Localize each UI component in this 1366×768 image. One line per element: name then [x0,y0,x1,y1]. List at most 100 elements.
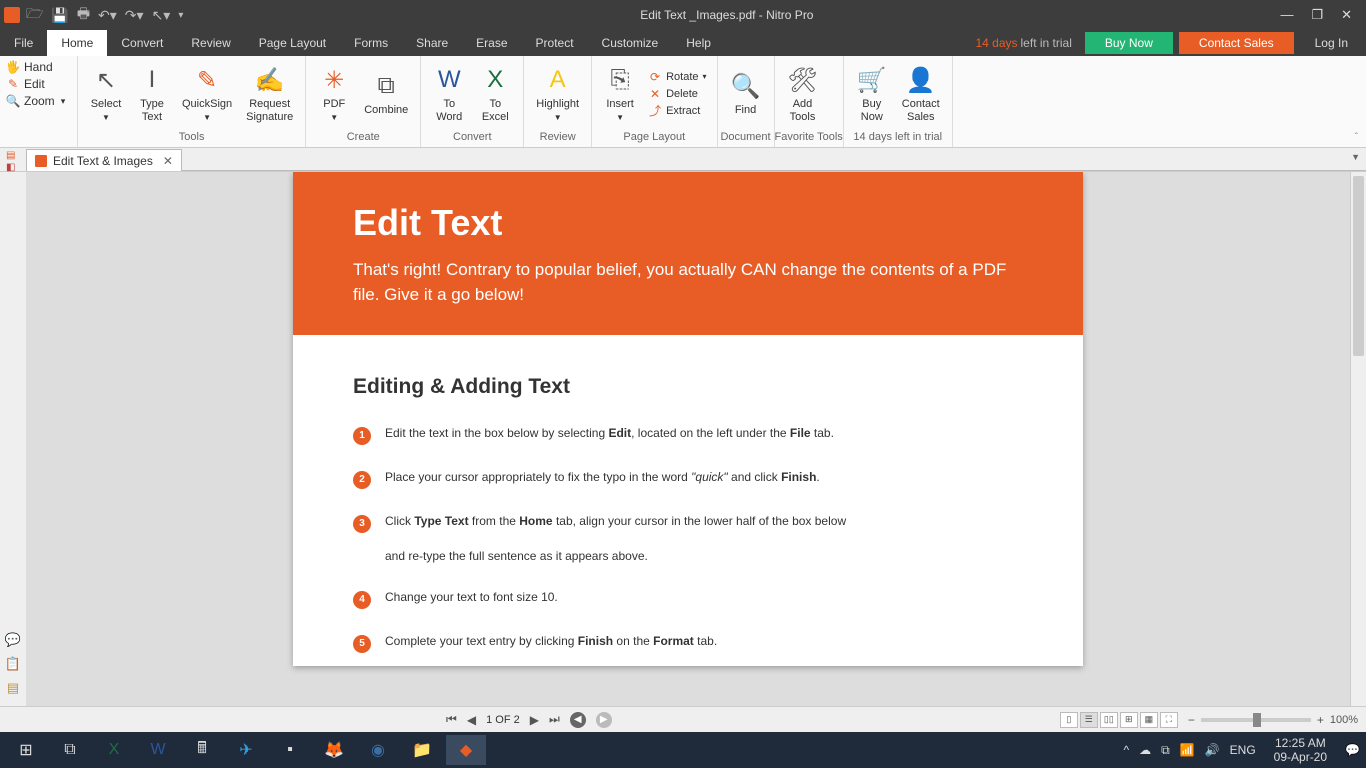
taskbar-word[interactable]: W [138,735,178,765]
hand-icon: 🖐 [6,60,20,74]
view-thumbnail-icon[interactable]: ▦ [1140,712,1158,728]
hand-tool[interactable]: 🖐Hand [6,60,71,74]
open-icon[interactable]: 🗁 [26,3,43,27]
taskbar-app[interactable]: ◉ [358,735,398,765]
tab-erase[interactable]: Erase [462,30,521,56]
select-button[interactable]: ↖Select▼ [84,62,128,124]
tray-volume-icon[interactable]: 🔊 [1205,743,1220,757]
zoom-in-button[interactable]: + [1317,713,1324,727]
minimize-button[interactable]: — [1280,7,1293,23]
step-4: 4Change your text to font size 10. [353,589,1023,609]
quicksign-button[interactable]: ✎QuickSign▼ [176,62,238,124]
pdf-button[interactable]: ✳PDF▼ [312,62,356,124]
find-icon: 🔍 [730,70,762,102]
taskbar-nitro[interactable]: ◆ [446,735,486,765]
to-excel-button[interactable]: XToExcel [473,62,517,124]
print-icon[interactable]: 🖶 [77,3,90,27]
taskbar-firefox[interactable]: 🦊 [314,735,354,765]
redo-icon[interactable]: ↷▾ [125,7,144,24]
tray-wifi-icon[interactable]: 📶 [1180,743,1195,757]
tray-dropbox-icon[interactable]: ⧉ [1161,743,1170,758]
login-button[interactable]: Log In [1297,30,1366,56]
to-word-button[interactable]: WToWord [427,62,471,124]
quick-access-toolbar: 🗁 💾 🖶 ↶▾ ↷▾ ↖▾ ▾ [26,3,183,27]
zoom-out-button[interactable]: − [1188,713,1195,727]
tab-home[interactable]: Home [47,30,107,56]
nav-back-button[interactable]: ◀ [570,712,586,728]
close-button[interactable]: ✕ [1341,7,1352,23]
step-text: Change your text to font size 10. [385,589,558,609]
taskbar-telegram[interactable]: ✈ [226,735,266,765]
type-text-button[interactable]: ITypeText [130,62,174,124]
view-continuous-icon[interactable]: ☰ [1080,712,1098,728]
view-facing-icon[interactable]: ▯▯ [1100,712,1118,728]
page-viewport[interactable]: Edit Text That's right! Contrary to popu… [26,172,1350,706]
zoom-slider[interactable] [1201,718,1311,722]
scroll-thumb[interactable] [1353,176,1364,356]
insert-button[interactable]: ⎘Insert▼ [598,62,642,124]
last-page-button[interactable]: ⏭ [549,712,560,727]
collapse-ribbon-icon[interactable]: ˆ [1355,132,1358,143]
taskbar-calculator[interactable]: 🖩 [182,735,222,765]
output-icon[interactable]: ▤ [7,680,19,696]
add-tools-button[interactable]: 🛠AddTools [781,62,825,124]
maximize-button[interactable]: ❐ [1311,7,1323,23]
tab-convert[interactable]: Convert [107,30,177,56]
first-page-button[interactable]: ⏮ [446,712,457,727]
extract-button[interactable]: ⤴Extract [644,103,710,119]
tab-review[interactable]: Review [177,30,244,56]
save-icon[interactable]: 💾 [51,7,68,24]
close-tab-button[interactable]: ✕ [163,154,173,168]
cursor-icon[interactable]: ↖▾ [152,7,171,24]
delete-button[interactable]: ✕Delete [644,86,710,102]
tab-forms[interactable]: Forms [340,30,402,56]
nav-forward-button[interactable]: ▶ [596,712,612,728]
document-tab[interactable]: Edit Text & Images ✕ [26,149,182,171]
taskbar-excel[interactable]: X [94,735,134,765]
view-facing-cont-icon[interactable]: ⊞ [1120,712,1138,728]
taskbar-explorer[interactable]: 📁 [402,735,442,765]
contact-sales-button[interactable]: Contact Sales [1179,32,1294,54]
left-rail: 💬 📋 ▤ [0,172,26,706]
taskbar-terminal[interactable]: ▪ [270,735,310,765]
section-heading: Editing & Adding Text [353,375,1023,399]
combine-button[interactable]: ⧉Combine [358,68,414,118]
status-bar: ⏮ ◀ 1 OF 2 ▶ ⏭ ◀ ▶ ▯ ☰ ▯▯ ⊞ ▦ ⛶ − + 100% [0,706,1366,732]
tab-overflow-icon[interactable]: ▼ [1351,152,1360,162]
start-button[interactable]: ⊞ [6,735,46,765]
comments-icon[interactable]: 💬 [5,632,21,648]
zoom-tool[interactable]: 🔍Zoom▾ [6,94,71,108]
pages-panel-icon[interactable]: ▤ [6,150,20,161]
tab-share[interactable]: Share [402,30,462,56]
step-number: 2 [353,471,371,489]
highlight-button[interactable]: AHighlight▼ [530,62,585,124]
tab-help[interactable]: Help [672,30,725,56]
tray-language[interactable]: ENG [1230,743,1256,757]
next-page-button[interactable]: ▶ [530,713,539,727]
attachments-icon[interactable]: 📋 [5,656,21,672]
tab-page-layout[interactable]: Page Layout [245,30,340,56]
combine-icon: ⧉ [370,70,402,102]
buy-now-button[interactable]: 🛒BuyNow [850,62,894,124]
request-signature-button[interactable]: ✍RequestSignature [240,62,299,124]
tray-cloud-icon[interactable]: ☁ [1139,743,1151,757]
pdf-page: Edit Text That's right! Contrary to popu… [293,172,1083,666]
view-fullscreen-icon[interactable]: ⛶ [1160,712,1178,728]
notifications-icon[interactable]: 💬 [1345,743,1360,757]
contact-sales-button[interactable]: 👤ContactSales [896,62,946,124]
taskbar-clock[interactable]: 12:25 AM 09-Apr-20 [1266,736,1335,765]
prev-page-button[interactable]: ◀ [467,713,476,727]
rotate-button[interactable]: ⟳Rotate ▾ [644,69,710,85]
buy-now-button[interactable]: Buy Now [1085,32,1173,54]
view-single-icon[interactable]: ▯ [1060,712,1078,728]
edit-tool[interactable]: ✎Edit [6,77,71,91]
document-area: 💬 📋 ▤ Edit Text That's right! Contrary t… [0,172,1366,706]
vertical-scrollbar[interactable] [1350,172,1366,706]
tab-customize[interactable]: Customize [588,30,673,56]
tab-file[interactable]: File [0,30,47,56]
undo-icon[interactable]: ↶▾ [98,7,117,24]
find-button[interactable]: 🔍Find [724,68,768,118]
tray-chevron-icon[interactable]: ^ [1124,743,1130,757]
tab-protect[interactable]: Protect [522,30,588,56]
task-view-button[interactable]: ⧉ [50,735,90,765]
